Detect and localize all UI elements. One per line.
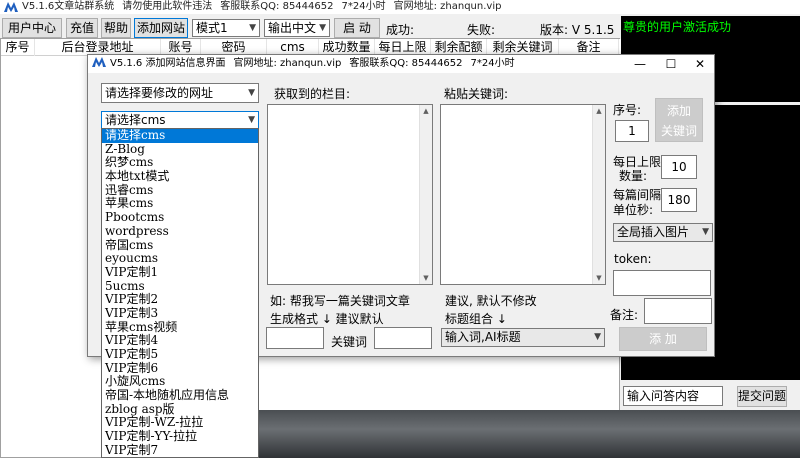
column-list-label: 获取到的栏目:: [274, 87, 351, 101]
add-site-button[interactable]: 添加网站: [134, 18, 188, 38]
interval-label-2: 单位秒:: [613, 203, 654, 217]
cms-option[interactable]: 织梦cms: [102, 156, 258, 170]
cms-dropdown-list[interactable]: 请选择cms Z-Blog 织梦cms 本地txt模式 迅睿cms 苹果cms …: [101, 128, 259, 458]
app-logo-icon: [4, 2, 18, 12]
cms-option[interactable]: VIP定制6: [102, 361, 258, 376]
site-select-value: 请选择要修改的网址: [105, 86, 214, 100]
chevron-down-icon: ▼: [319, 23, 326, 33]
version-label: 版本: V 5.1.5: [540, 23, 615, 37]
success-count-label: 成功:: [386, 23, 415, 37]
close-icon[interactable]: ✕: [688, 55, 712, 73]
main-title-bar: V5.1.6文章站群系统 请勿使用此软件违法 客服联系QQ: 85444652 7*2…: [0, 0, 800, 14]
scroll-up-icon[interactable]: ▲: [420, 105, 432, 117]
title-segment: 7*24小时: [341, 1, 386, 12]
minimize-icon[interactable]: —: [628, 55, 652, 73]
cms-option[interactable]: 本地txt模式: [102, 169, 258, 184]
cms-option[interactable]: 小旋风cms: [102, 375, 258, 389]
mode-select[interactable]: 模式1 ▼: [192, 19, 260, 37]
example-hint: 如: 帮我写一篇关键词文章: [270, 294, 410, 308]
fail-count-label: 失败:: [467, 23, 496, 37]
app-logo-icon: [92, 57, 106, 67]
output-language-select[interactable]: 输出中文 ▼: [264, 19, 330, 37]
start-button[interactable]: 启 动: [334, 18, 380, 38]
scroll-down-icon[interactable]: ▼: [593, 272, 605, 284]
cms-option[interactable]: 请选择cms: [102, 129, 258, 143]
cms-option[interactable]: 帝国-本地随机应用信息: [102, 388, 258, 403]
cms-option[interactable]: VIP定制4: [102, 334, 258, 348]
daily-limit-input[interactable]: 10: [661, 155, 697, 179]
keyword-textarea[interactable]: ▲ ▼: [440, 104, 606, 285]
output-language-value: 输出中文: [268, 21, 317, 35]
title-segment: V5.1.6文章站群系统: [22, 1, 115, 12]
title-mode-value: 输入词,AI标题: [445, 330, 521, 344]
keyword-input[interactable]: [374, 327, 432, 349]
insert-image-select[interactable]: 全局插入图片 ▼: [613, 223, 713, 242]
cms-option[interactable]: Z-Blog: [102, 142, 258, 157]
cms-option[interactable]: VIP定制1: [102, 265, 258, 280]
add-keyword-button[interactable]: 添加 关键词: [655, 98, 703, 142]
cms-option[interactable]: wordpress: [102, 224, 258, 239]
title-combo-hint: 标题组合 ↓: [445, 312, 507, 326]
title-mode-select[interactable]: 输入词,AI标题 ▼: [441, 328, 605, 347]
title-segment: 客服联系QQ: 85444652: [220, 1, 334, 12]
cms-option[interactable]: eyoucms: [102, 251, 258, 266]
column-list-scrollbar[interactable]: ▲ ▼: [419, 105, 432, 284]
note-input[interactable]: [644, 298, 712, 324]
note-label: 备注:: [610, 308, 639, 322]
cms-option[interactable]: Pbootcms: [102, 210, 258, 225]
column-header[interactable]: 序号: [1, 39, 35, 56]
suggestion-hint: 建议, 默认不修改: [445, 294, 537, 308]
token-label: token:: [614, 252, 652, 266]
seq-label: 序号:: [613, 103, 642, 117]
title-segment: 官网地址: zhanqun.vip: [393, 1, 502, 12]
user-center-button[interactable]: 用户中心: [2, 18, 62, 38]
cms-option[interactable]: VIP定制5: [102, 347, 258, 362]
dialog-title-segment: 客服联系QQ: 85444652: [349, 58, 463, 69]
chevron-down-icon: ▼: [248, 115, 255, 125]
help-button[interactable]: 帮助: [101, 18, 131, 38]
dialog-title-bar: V5.1.6 添加网站信息界面 官网地址: zhanqun.vip 客服联系QQ: …: [88, 55, 714, 73]
qa-input[interactable]: 输入问答内容: [623, 386, 723, 406]
daily-limit-label-2: 数量:: [619, 169, 648, 183]
keyword-field-label: 关键词: [331, 335, 368, 349]
generation-format-input[interactable]: [266, 327, 324, 349]
cms-option[interactable]: 苹果cms: [102, 197, 258, 211]
keyword-scrollbar[interactable]: ▲ ▼: [592, 105, 605, 284]
add-keyword-label-1: 添加: [666, 104, 691, 118]
maximize-icon[interactable]: ☐: [659, 55, 683, 73]
chevron-down-icon: ▼: [702, 227, 709, 237]
seq-input[interactable]: 1: [615, 120, 649, 142]
activation-message: 尊贵的用户激活成功: [623, 20, 732, 34]
scroll-down-icon[interactable]: ▼: [420, 272, 432, 284]
submit-question-button[interactable]: 提交问题: [737, 386, 787, 407]
dialog-title-segment: 官网地址: zhanqun.vip: [233, 58, 342, 69]
dialog-title-segment: V5.1.6 添加网站信息界面: [110, 58, 226, 69]
cms-option[interactable]: VIP定制2: [102, 293, 258, 307]
dialog-title-segment: 7*24小时: [470, 58, 515, 69]
cms-option[interactable]: 帝国cms: [102, 238, 258, 253]
column-list[interactable]: ▲ ▼: [267, 104, 433, 285]
token-input[interactable]: [613, 270, 711, 296]
add-keyword-label-2: 关键词: [660, 124, 697, 138]
chevron-down-icon: ▼: [594, 332, 601, 342]
cms-option[interactable]: 迅睿cms: [102, 183, 258, 198]
cms-option[interactable]: VIP定制7: [102, 443, 258, 457]
desktop-background: [255, 410, 800, 458]
keyword-paste-label: 粘贴关键词:: [444, 87, 509, 101]
chevron-down-icon: ▼: [249, 23, 256, 33]
interval-input[interactable]: 180: [661, 188, 697, 212]
scroll-up-icon[interactable]: ▲: [593, 105, 605, 117]
cms-option[interactable]: VIP定制-YY-拉拉: [102, 429, 258, 444]
recharge-button[interactable]: 充值: [66, 18, 98, 38]
mode-select-value: 模式1: [196, 21, 228, 35]
cms-option[interactable]: VIP定制3: [102, 306, 258, 321]
generation-format-hint: 生成格式 ↓ 建议默认: [270, 312, 384, 326]
title-segment: 请勿使用此软件违法: [122, 1, 213, 12]
cms-select-value: 请选择cms: [105, 113, 166, 127]
site-select[interactable]: 请选择要修改的网址 ▼: [101, 83, 259, 103]
add-button[interactable]: 添 加: [619, 327, 707, 351]
chevron-down-icon: ▼: [248, 88, 255, 98]
insert-image-value: 全局插入图片: [617, 225, 690, 239]
